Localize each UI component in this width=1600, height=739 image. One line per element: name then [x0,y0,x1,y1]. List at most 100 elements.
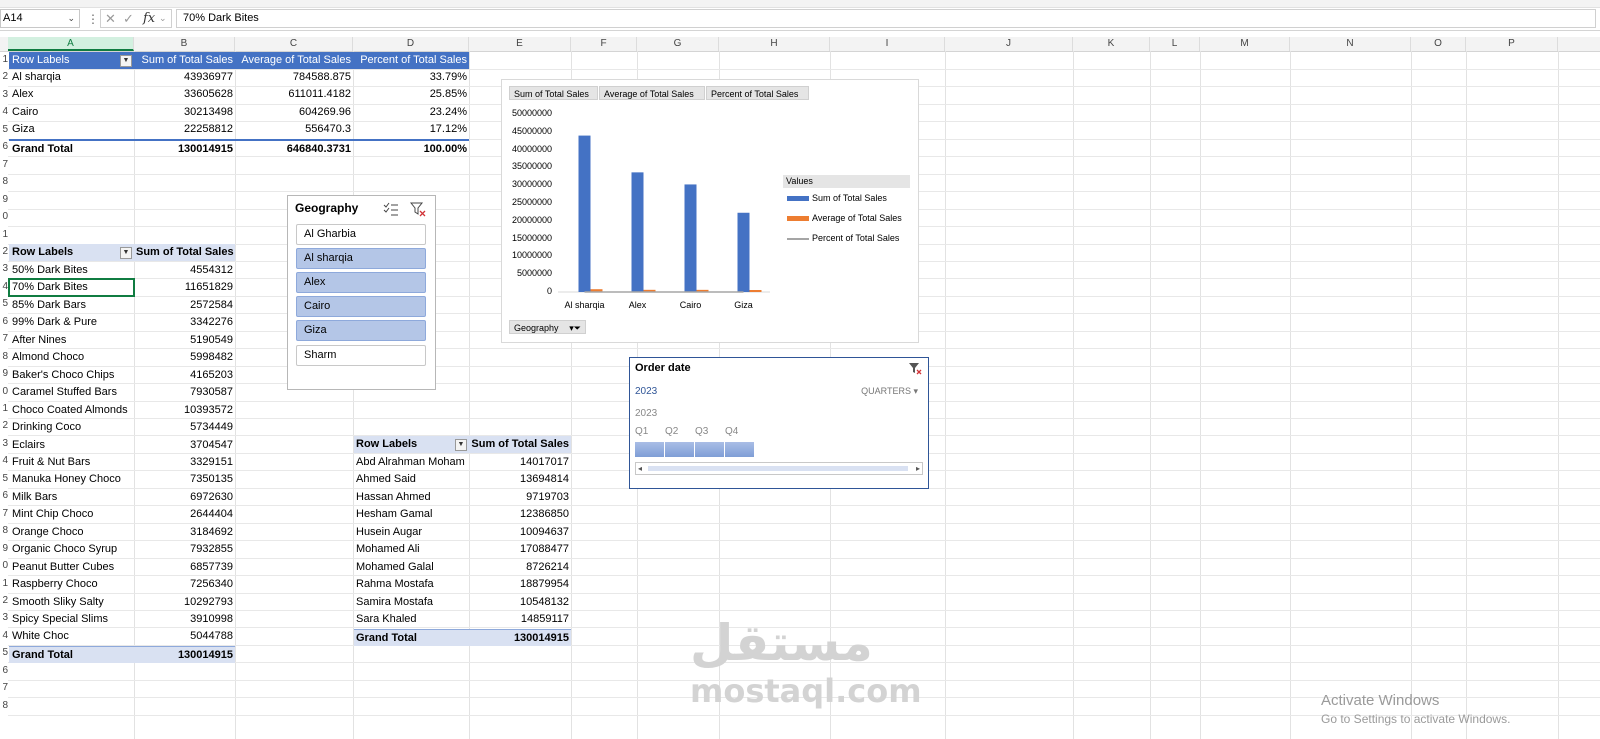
pivot-row-label[interactable]: Spicy Special Slims [9,611,134,628]
row-header[interactable]: 0 [0,386,8,397]
pivot-row-sum[interactable]: 3329151 [134,454,235,471]
pivot-row-sum[interactable]: 4554312 [134,262,235,279]
pivot-row-label[interactable]: Milk Bars [9,489,134,506]
row-header[interactable]: 0 [0,211,8,222]
pivot-row-label[interactable]: Peanut Butter Cubes [9,559,134,576]
column-header-h[interactable]: H [719,37,830,51]
pivot-row-label[interactable]: 70% Dark Bites [8,278,135,298]
bar-sum[interactable] [684,184,697,292]
filter-icon[interactable]: ▾⏷ [569,321,581,335]
column-header-k[interactable]: K [1073,37,1150,51]
column-header-f[interactable]: F [571,37,637,51]
bar-sum[interactable] [737,212,750,292]
row-header[interactable]: 9 [0,368,8,379]
pivot-row-label[interactable]: Choco Coated Almonds [9,402,134,419]
pivot-row-sum[interactable]: 33605628 [134,86,235,103]
pivot-row-label[interactable]: Samira Mostafa [354,594,469,611]
pivot-row-sum[interactable]: 10393572 [134,402,235,419]
pivot-row-average[interactable]: 604269.96 [235,104,353,121]
pivot-row-sum[interactable]: 7350135 [134,471,235,488]
timeline-scrollbar[interactable]: ◂ ▸ [635,462,923,475]
slicer-item-al-gharbia[interactable]: Al Gharbia [296,224,426,245]
row-header[interactable]: 5 [0,473,8,484]
pivot-row-sum[interactable]: 8726214 [469,559,571,576]
pivot-row-percent[interactable]: 23.24% [353,104,469,121]
pivot-row-label[interactable]: 50% Dark Bites [9,262,134,279]
row-header[interactable]: 4 [0,106,8,117]
pivot-row-label[interactable]: Orange Choco [9,524,134,541]
pivot-grand-total-label[interactable]: Grand Total [9,645,134,663]
row-header[interactable]: 0 [0,560,8,571]
row-header[interactable]: 5 [0,647,8,658]
pivot-row-sum[interactable]: 6972630 [134,489,235,506]
chevron-down-icon[interactable]: ⌄ [67,10,75,27]
pivot-row-sum[interactable]: 17088477 [469,541,571,558]
pivot-row-sum[interactable]: 12386850 [469,506,571,523]
column-header-g[interactable]: G [637,37,719,51]
pivot-row-label[interactable]: Mint Chip Choco [9,506,134,523]
row-header[interactable]: 2 [0,71,8,82]
column-header-e[interactable]: E [469,37,571,51]
scroll-right-icon[interactable]: ▸ [916,463,920,474]
pivot-row-sum[interactable]: 14017017 [469,454,571,471]
row-header[interactable]: 4 [0,630,8,641]
chevron-down-icon[interactable]: ⌄ [159,10,167,27]
pivot-header-sum[interactable]: Sum of Total Sales [134,52,235,69]
column-header-j[interactable]: J [945,37,1073,51]
pivot-row-sum[interactable]: 10094637 [469,524,571,541]
column-header-l[interactable]: L [1150,37,1200,51]
pivot-row-label[interactable]: After Nines [9,332,134,349]
row-header[interactable]: 6 [0,316,8,327]
pivot-row-percent[interactable]: 17.12% [353,121,469,138]
pivot-row-sum[interactable]: 6857739 [134,559,235,576]
column-header-m[interactable]: M [1200,37,1290,51]
row-header[interactable]: 3 [0,263,8,274]
formula-input[interactable]: 70% Dark Bites [176,9,1596,28]
multi-select-icon[interactable] [383,202,399,216]
timeline-quarter-block[interactable] [695,442,724,457]
chart-axis-field-button-geography[interactable]: Geography ▾⏷ [509,320,586,334]
pivot-row-sum[interactable]: 7930587 [134,384,235,401]
pivot-row-label[interactable]: 99% Dark & Pure [9,314,134,331]
geography-slicer[interactable]: Geography Al Gharbia Al sharqia Alex Cai… [287,195,436,390]
pivot-grand-total-average[interactable]: 646840.3731 [235,139,353,156]
pivot-row-sum[interactable]: 7932855 [134,541,235,558]
scroll-left-icon[interactable]: ◂ [638,463,642,474]
pivot-row-sum[interactable]: 30213498 [134,104,235,121]
row-header[interactable]: 7 [0,333,8,344]
row-header[interactable]: 2 [0,595,8,606]
pivot-row-percent[interactable]: 25.85% [353,86,469,103]
pivot-header-row-labels[interactable]: Row Labels ▼ [354,436,469,453]
pivot-row-sum[interactable]: 7256340 [134,576,235,593]
pivot-row-label[interactable]: Manuka Honey Choco [9,471,134,488]
pivot-row-label[interactable]: White Choc [9,628,134,645]
timeline-level-selector[interactable]: QUARTERS ▾ [861,386,918,397]
pivot-header-average[interactable]: Average of Total Sales [235,52,353,69]
pivot-grand-total-label[interactable]: Grand Total [9,139,134,156]
pivot-row-sum[interactable]: 5044788 [134,628,235,645]
filter-dropdown-icon[interactable]: ▼ [455,439,467,451]
row-header[interactable]: 6 [0,141,8,152]
pivot-row-sum[interactable]: 2644404 [134,506,235,523]
column-header-p[interactable]: P [1466,37,1558,51]
column-header-n[interactable]: N [1290,37,1411,51]
pivot-header-row-labels[interactable]: Row Labels ▼ [9,52,134,69]
pivot-row-percent[interactable]: 33.79% [353,69,469,86]
column-header-a[interactable]: A [8,37,134,51]
row-header[interactable]: 8 [0,176,8,187]
pivot-row-sum[interactable]: 4165203 [134,367,235,384]
enter-icon[interactable]: ✓ [123,10,134,27]
row-header[interactable]: 1 [0,229,8,240]
timeline-quarter-block[interactable] [635,442,664,457]
pivot-row-sum[interactable]: 5734449 [134,419,235,436]
pivot-row-label[interactable]: Al sharqia [9,69,134,86]
pivot-row-label[interactable]: Hesham Gamal [354,506,469,523]
slicer-item-giza[interactable]: Giza [296,320,426,341]
row-header[interactable]: 1 [0,403,8,414]
timeline-quarter-block[interactable] [665,442,694,457]
order-date-timeline[interactable]: Order date 2023 QUARTERS ▾ 2023 Q1 Q2 Q3… [629,357,929,489]
slicer-item-sharm[interactable]: Sharm [296,345,426,366]
row-header[interactable]: 9 [0,543,8,554]
pivot-row-sum[interactable]: 22258812 [134,121,235,138]
row-header[interactable]: 8 [0,525,8,536]
